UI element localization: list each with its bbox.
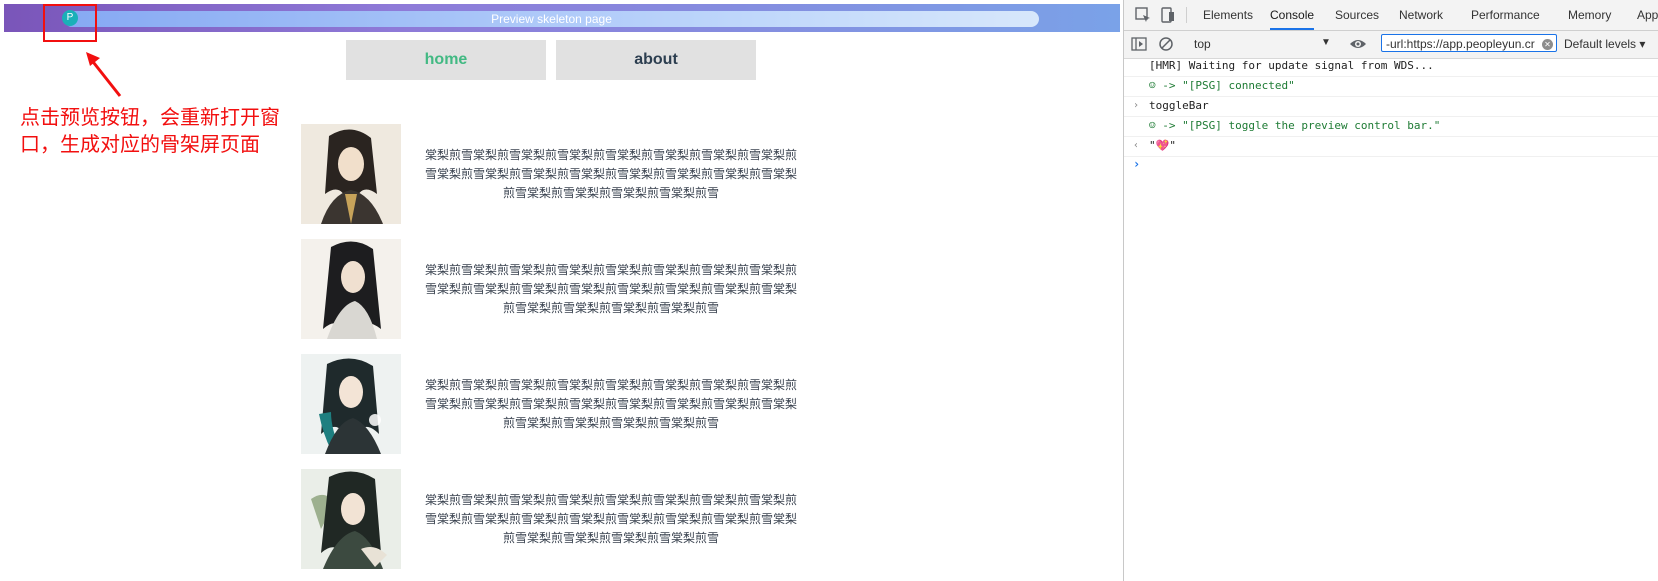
- log-text: toggleBar: [1149, 99, 1209, 112]
- devtools-panel: Elements Console Sources Network Perform…: [1123, 0, 1658, 581]
- sidebar-toggle-icon[interactable]: [1130, 35, 1148, 53]
- preview-title: Preview skeleton page: [491, 12, 612, 26]
- card-text: 棠梨煎雪棠梨煎雪棠梨煎雪棠梨煎雪棠梨煎雪棠梨煎雪棠梨煎雪棠梨煎雪棠梨煎雪棠梨煎雪…: [424, 378, 797, 430]
- tab-elements[interactable]: Elements: [1203, 0, 1253, 30]
- live-expression-eye-icon[interactable]: [1349, 35, 1367, 53]
- devtools-tabbar: Elements Console Sources Network Perform…: [1124, 0, 1658, 31]
- clear-console-icon[interactable]: [1157, 35, 1175, 53]
- tab-sources[interactable]: Sources: [1335, 0, 1379, 30]
- preview-control-bar: Preview skeleton page: [4, 4, 1120, 32]
- console-toolbar: top ▼ -url:https://app.peopleyun.cr ✕ De…: [1124, 31, 1658, 59]
- console-prompt[interactable]: ›: [1124, 154, 1658, 174]
- tabbar-divider: [1186, 7, 1187, 23]
- nav-home-button[interactable]: home: [346, 40, 546, 80]
- tab-memory[interactable]: Memory: [1568, 0, 1611, 30]
- prompt-chevron-icon: ›: [1133, 157, 1141, 171]
- log-text: [HMR] Waiting for update signal from WDS…: [1149, 59, 1434, 72]
- card-image: [301, 239, 401, 339]
- preview-page: Preview skeleton page P 点击预览按钮，会重新打开窗口，生…: [0, 0, 1120, 581]
- log-gutter: ‹: [1133, 140, 1140, 151]
- log-levels-label: Default levels: [1564, 37, 1637, 51]
- log-levels-select[interactable]: Default levels ▾: [1564, 35, 1645, 53]
- annotation-text: 点击预览按钮，会重新打开窗口，生成对应的骨架屏页面: [20, 105, 280, 156]
- list-item: 棠梨煎雪棠梨煎雪棠梨煎雪棠梨煎雪棠梨煎雪棠梨煎雪棠梨煎雪棠梨煎雪棠梨煎雪棠梨煎雪…: [301, 469, 801, 569]
- clear-filter-icon[interactable]: ✕: [1542, 39, 1553, 50]
- tab-console[interactable]: Console: [1270, 0, 1315, 30]
- annotation-arrow-icon: [86, 52, 122, 97]
- inspect-element-icon[interactable]: [1134, 6, 1152, 24]
- tab-application[interactable]: App: [1637, 0, 1658, 30]
- dropdown-arrow-icon: ▼: [1321, 37, 1331, 48]
- card-image: [301, 124, 401, 224]
- context-select[interactable]: top: [1194, 35, 1314, 53]
- list-item: 棠梨煎雪棠梨煎雪棠梨煎雪棠梨煎雪棠梨煎雪棠梨煎雪棠梨煎雪棠梨煎雪棠梨煎雪棠梨煎雪…: [301, 239, 801, 339]
- console-message: ☺ -> "[PSG] toggle the preview control b…: [1124, 116, 1658, 137]
- list-item: 棠梨煎雪棠梨煎雪棠梨煎雪棠梨煎雪棠梨煎雪棠梨煎雪棠梨煎雪棠梨煎雪棠梨煎雪棠梨煎雪…: [301, 124, 801, 224]
- console-message: ☺ -> "[PSG] connected": [1124, 76, 1658, 97]
- log-text: ☺ -> "[PSG] toggle the preview control b…: [1149, 119, 1441, 132]
- console-message: [HMR] Waiting for update signal from WDS…: [1124, 56, 1658, 77]
- card-text: 棠梨煎雪棠梨煎雪棠梨煎雪棠梨煎雪棠梨煎雪棠梨煎雪棠梨煎雪棠梨煎雪棠梨煎雪棠梨煎雪…: [424, 263, 797, 315]
- preview-track: Preview skeleton page: [64, 11, 1039, 27]
- tab-performance[interactable]: Performance: [1471, 0, 1540, 30]
- log-gutter: ›: [1133, 100, 1140, 111]
- nav-about-button[interactable]: about: [556, 40, 756, 80]
- card-text: 棠梨煎雪棠梨煎雪棠梨煎雪棠梨煎雪棠梨煎雪棠梨煎雪棠梨煎雪棠梨煎雪棠梨煎雪棠梨煎雪…: [424, 148, 797, 200]
- list-item: 棠梨煎雪棠梨煎雪棠梨煎雪棠梨煎雪棠梨煎雪棠梨煎雪棠梨煎雪棠梨煎雪棠梨煎雪棠梨煎雪…: [301, 354, 801, 454]
- card-text: 棠梨煎雪棠梨煎雪棠梨煎雪棠梨煎雪棠梨煎雪棠梨煎雪棠梨煎雪棠梨煎雪棠梨煎雪棠梨煎雪…: [424, 493, 797, 545]
- annotation-highlight-box: [43, 4, 97, 42]
- console-input-echo: › toggleBar: [1124, 96, 1658, 117]
- console-filter-input[interactable]: -url:https://app.peopleyun.cr: [1381, 34, 1557, 52]
- card-image: [301, 469, 401, 569]
- log-text: "💖": [1149, 139, 1176, 152]
- log-text: ☺ -> "[PSG] connected": [1149, 79, 1295, 92]
- device-toolbar-icon[interactable]: [1159, 6, 1177, 24]
- card-image: [301, 354, 401, 454]
- tab-network[interactable]: Network: [1399, 0, 1443, 30]
